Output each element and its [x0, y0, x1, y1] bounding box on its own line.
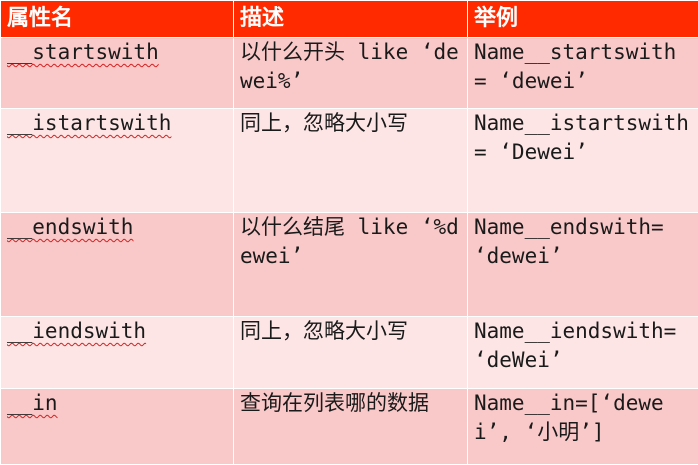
description-cell: 同上，忽略大小写: [233, 316, 468, 389]
table-row: __istartswith 同上，忽略大小写 Name__istartswith…: [0, 108, 698, 213]
attribute-cell: __iendswith: [0, 316, 234, 389]
description-cell: 同上，忽略大小写: [233, 108, 468, 213]
attribute-name: __startswith: [7, 40, 159, 64]
header-attribute-name: 属性名: [0, 0, 234, 38]
table-row: __startswith 以什么开头 like ‘dewei%’ Name__s…: [0, 37, 698, 109]
attribute-name: __iendswith: [7, 319, 147, 343]
lookup-attributes-table: 属性名 描述 举例 __startswith 以什么开头 like ‘dewei…: [0, 0, 698, 465]
header-description: 描述: [233, 0, 468, 38]
attribute-name: __in: [7, 391, 58, 415]
table-row: __iendswith 同上，忽略大小写 Name__iendswith= ‘d…: [0, 316, 698, 389]
attribute-name: __istartswith: [7, 111, 172, 135]
example-cell: Name__startswith = ‘dewei’: [467, 37, 698, 109]
description-cell: 以什么结尾 like ‘%dewei’: [233, 212, 468, 317]
example-cell: Name__istartswith= ‘Dewei’: [467, 108, 698, 213]
attribute-cell: __istartswith: [0, 108, 234, 213]
attribute-cell: __in: [0, 388, 234, 465]
attribute-name: __endswith: [7, 215, 134, 239]
table-row: __in 查询在列表哪的数据 Name__in=[‘dewei’, ‘小明’]: [0, 388, 698, 465]
example-cell: Name__endswith= ‘dewei’: [467, 212, 698, 317]
header-row: 属性名 描述 举例: [0, 0, 698, 38]
description-cell: 查询在列表哪的数据: [233, 388, 468, 465]
table-row: __endswith 以什么结尾 like ‘%dewei’ Name__end…: [0, 212, 698, 317]
header-example: 举例: [467, 0, 698, 38]
attribute-cell: __endswith: [0, 212, 234, 317]
example-cell: Name__in=[‘dewei’, ‘小明’]: [467, 388, 698, 465]
description-cell: 以什么开头 like ‘dewei%’: [233, 37, 468, 109]
example-cell: Name__iendswith= ‘deWei’: [467, 316, 698, 389]
attribute-cell: __startswith: [0, 37, 234, 109]
